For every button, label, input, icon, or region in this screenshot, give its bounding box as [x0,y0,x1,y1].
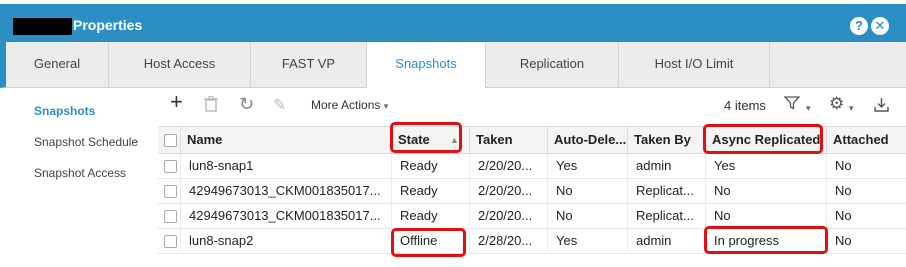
row-select-cell [158,229,181,254]
gear-icon[interactable]: ⚙ [829,94,844,114]
sort-asc-icon: ▲ [450,135,459,145]
cell-taken: 2/20/20... [470,204,548,229]
cell-state: Ready [392,179,470,204]
chevron-down-icon: ▾ [383,101,389,111]
add-icon[interactable]: + [170,91,183,113]
cell-attached: No [835,208,852,223]
cell-attached: No [835,233,852,248]
column-header-async-replicated[interactable]: Async Replicated [706,127,827,155]
cell-name: 42949673013_CKM001835017... [181,204,392,229]
cell-taken-by: admin [628,154,706,179]
row-select-cell [158,154,181,179]
column-header-name[interactable]: Name [181,127,392,155]
cell-state: Ready [392,154,470,179]
window-title: Properties [73,17,143,33]
sidebar-item-snapshot-schedule[interactable]: Snapshot Schedule [34,135,138,149]
cell-taken-by: Replicat... [628,204,706,229]
cell-taken: 2/20/20... [470,154,548,179]
more-actions-button[interactable]: More Actions ▾ [311,98,388,112]
table-row[interactable]: lun8-snap2 Offline 2/28/20... Yes admin … [158,229,906,254]
sidebar: Snapshots Snapshot Schedule Snapshot Acc… [0,88,155,267]
grid-header: Name State ▲ Taken Auto-Dele... Taken By … [158,126,906,155]
cell-async-replicated: No [706,179,827,204]
cell-attached: No [835,158,852,173]
table-row[interactable]: lun8-snap1 Ready 2/20/20... Yes admin Ye… [158,154,906,179]
cell-name: lun8-snap1 [181,154,392,179]
title-bar: Properties ? ✕ [0,0,906,42]
cell-auto-delete: No [548,179,628,204]
table-row[interactable]: 42949673013_CKM001835017... Ready 2/20/2… [158,179,906,204]
select-all-checkbox[interactable] [164,134,177,147]
help-icon[interactable]: ? [850,17,868,35]
cell-auto-delete: No [548,204,628,229]
cell-taken-by: admin [628,229,706,254]
cell-async-replicated: In progress [706,229,827,254]
cell-taken-by: Replicat... [628,179,706,204]
tab-bar: General Host Access FAST VP Snapshots Re… [0,42,906,88]
row-checkbox[interactable] [164,235,177,248]
grid-toolbar: + ↻ ✎ More Actions ▾ 4 items ▾ ⚙ ▾ [158,88,906,125]
cell-auto-delete: Yes [548,229,628,254]
cell-async-replicated: No [706,204,827,229]
row-select-cell [158,204,181,229]
redacted-object-name [13,18,72,35]
close-icon[interactable]: ✕ [871,17,889,35]
filter-icon[interactable] [783,96,801,116]
cell-taken: 2/20/20... [470,179,548,204]
row-checkbox[interactable] [164,210,177,223]
tab-replication[interactable]: Replication [486,42,619,87]
more-actions-label: More Actions [311,98,381,112]
column-header-auto-delete[interactable]: Auto-Dele... [548,127,628,155]
cell-state: Ready [392,204,470,229]
select-all-cell [158,127,181,155]
edit-icon[interactable]: ✎ [273,96,286,116]
cell-auto-delete: Yes [548,154,628,179]
tab-general[interactable]: General [6,42,109,87]
table-row[interactable]: 42949673013_CKM001835017... Ready 2/20/2… [158,204,906,229]
cell-taken: 2/28/20... [470,229,548,254]
cell-async-replicated: Yes [706,154,827,179]
tab-fast-vp[interactable]: FAST VP [251,42,367,87]
tab-snapshots[interactable]: Snapshots [367,42,486,88]
tab-host-io-limit[interactable]: Host I/O Limit [619,42,770,87]
column-header-taken-by[interactable]: Taken By [628,127,706,155]
gear-chevron-icon[interactable]: ▾ [849,98,854,118]
cell-name: 42949673013_CKM001835017... [181,179,392,204]
cell-name: lun8-snap2 [181,229,392,254]
item-count: 4 items [724,98,766,113]
sidebar-item-snapshot-access[interactable]: Snapshot Access [34,166,126,180]
column-header-state[interactable]: State ▲ [392,127,470,155]
column-header-attached[interactable]: Attached [827,127,906,155]
row-checkbox[interactable] [164,185,177,198]
row-select-cell [158,179,181,204]
delete-icon[interactable] [204,96,218,118]
column-header-taken[interactable]: Taken [470,127,548,155]
column-header-state-label: State [398,132,430,147]
refresh-icon[interactable]: ↻ [239,94,254,114]
row-checkbox[interactable] [164,160,177,173]
cell-attached: No [835,183,852,198]
filter-chevron-icon[interactable]: ▾ [806,98,811,118]
sidebar-item-snapshots[interactable]: Snapshots [34,104,95,118]
export-icon[interactable] [874,97,889,118]
cell-state: Offline [392,229,470,254]
tab-host-access[interactable]: Host Access [109,42,251,87]
